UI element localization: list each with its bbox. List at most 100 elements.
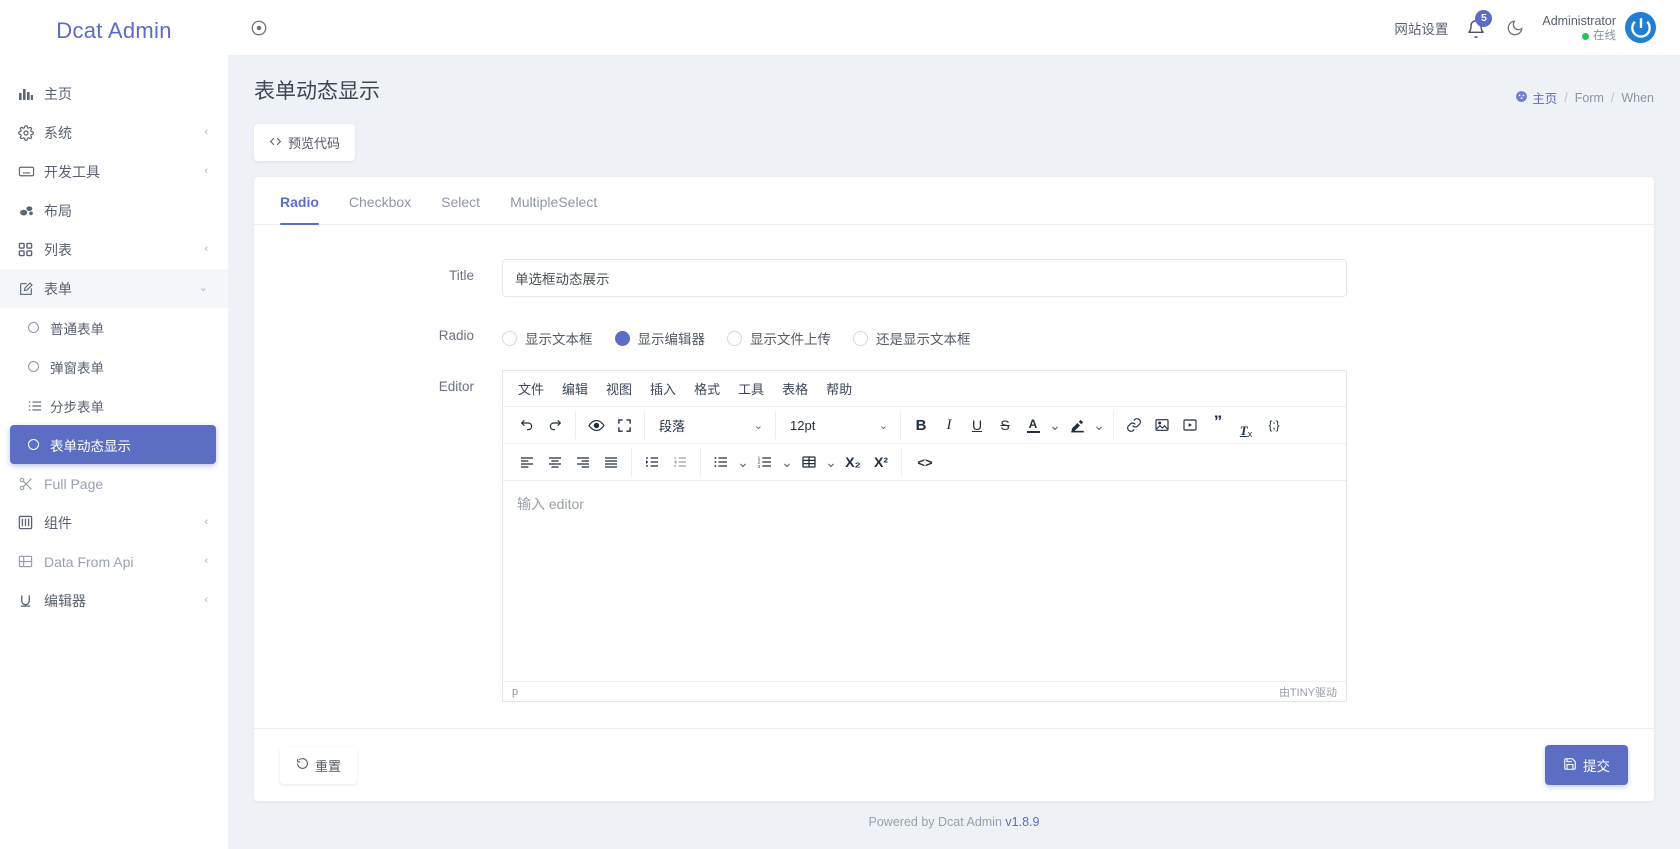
chevron-down-icon[interactable]: ⌄ xyxy=(1091,411,1107,439)
tab-checkbox[interactable]: Checkbox xyxy=(349,177,411,224)
underline-button[interactable]: U xyxy=(963,411,991,439)
braces-icon[interactable]: {;} xyxy=(1260,411,1288,439)
tab-select[interactable]: Select xyxy=(441,177,480,224)
forecolor-button[interactable]: A xyxy=(1019,411,1047,439)
element-path[interactable]: p xyxy=(512,686,518,698)
pen-icon[interactable] xyxy=(1063,411,1091,439)
bold-button[interactable]: B xyxy=(907,411,935,439)
eye-icon[interactable] xyxy=(582,411,610,439)
strikethrough-button[interactable]: S xyxy=(991,411,1019,439)
footer-version[interactable]: v1.8.9 xyxy=(1005,815,1039,829)
link-icon[interactable] xyxy=(1120,411,1148,439)
align-left-icon[interactable] xyxy=(513,448,541,476)
remove-format-icon[interactable]: Tx xyxy=(1232,411,1260,439)
circle-target-icon[interactable] xyxy=(250,19,268,37)
sidebar-item-modal-form[interactable]: 弹窗表单 xyxy=(0,347,228,386)
radio-option-editor[interactable]: 显示编辑器 xyxy=(615,328,706,348)
indent-icon[interactable] xyxy=(638,448,666,476)
chevron-down-icon[interactable]: ⌄ xyxy=(823,448,839,476)
radio-option-file-upload[interactable]: 显示文件上传 xyxy=(727,328,831,348)
menu-edit[interactable]: 编辑 xyxy=(553,375,597,402)
tab-radio[interactable]: Radio xyxy=(280,177,319,224)
italic-button[interactable]: I xyxy=(935,411,963,439)
fullscreen-icon[interactable] xyxy=(610,411,638,439)
sidebar-item-full-page[interactable]: Full Page xyxy=(0,464,228,503)
tiny-branding[interactable]: 由TINY驱动 xyxy=(1279,684,1337,700)
radio-option-textbox-again[interactable]: 还是显示文本框 xyxy=(853,328,971,348)
table-icon[interactable] xyxy=(795,448,823,476)
breadcrumb-home[interactable]: 主页 xyxy=(1515,88,1557,107)
sidebar-item-editor[interactable]: 编辑器 ‹ xyxy=(0,581,228,620)
sidebar-item-components[interactable]: 组件 ‹ xyxy=(0,503,228,542)
menu-view[interactable]: 视图 xyxy=(597,375,641,402)
preview-code-button[interactable]: 预览代码 xyxy=(254,124,355,161)
source-code-button[interactable]: <> xyxy=(908,448,942,476)
sidebar-item-layout[interactable]: 布局 xyxy=(0,191,228,230)
sidebar-item-step-form[interactable]: 分步表单 xyxy=(0,386,228,425)
user-name: Administrator xyxy=(1542,14,1616,28)
sidebar-item-form[interactable]: 表单 ⌄ xyxy=(0,269,228,308)
site-settings-link[interactable]: 网站设置 xyxy=(1394,18,1448,38)
media-icon[interactable] xyxy=(1176,411,1204,439)
redo-icon[interactable] xyxy=(541,411,569,439)
submit-button[interactable]: 提交 xyxy=(1545,745,1628,785)
menu-insert[interactable]: 插入 xyxy=(641,375,685,402)
chevron-down-icon[interactable]: ⌄ xyxy=(1047,411,1063,439)
numbered-list-icon[interactable]: 123 xyxy=(751,448,779,476)
chevron-left-icon: ‹ xyxy=(204,127,208,138)
reset-button[interactable]: 重置 xyxy=(280,747,357,784)
image-icon[interactable] xyxy=(1148,411,1176,439)
menu-help[interactable]: 帮助 xyxy=(817,375,861,402)
user-menu[interactable]: Administrator 在线 xyxy=(1542,12,1656,44)
superscript-button[interactable]: X² xyxy=(867,448,895,476)
sidebar-item-dynamic-form[interactable]: 表单动态显示 xyxy=(10,425,216,464)
radio-circle-icon xyxy=(727,331,742,346)
radio-circle-icon xyxy=(502,331,517,346)
chevron-down-icon[interactable]: ⌄ xyxy=(735,448,751,476)
toolbar-group-blockformat: 段落 ⌄ xyxy=(645,411,776,439)
chevron-left-icon: ‹ xyxy=(204,517,208,528)
notifications-button[interactable]: 5 xyxy=(1466,15,1488,41)
block-format-select[interactable]: 段落 ⌄ xyxy=(651,411,769,439)
circle-icon xyxy=(22,322,50,333)
sidebar-item-list[interactable]: 列表 ‹ xyxy=(0,230,228,269)
menu-file[interactable]: 文件 xyxy=(509,375,553,402)
moon-icon[interactable] xyxy=(1506,19,1524,37)
font-size-select[interactable]: 12pt ⌄ xyxy=(782,411,894,439)
undo-icon[interactable] xyxy=(513,411,541,439)
chevron-down-icon[interactable]: ⌄ xyxy=(779,448,795,476)
menu-tools[interactable]: 工具 xyxy=(729,375,773,402)
toolbar-group-align xyxy=(507,448,632,476)
sidebar-item-normal-form[interactable]: 普通表单 xyxy=(0,308,228,347)
notification-badge: 5 xyxy=(1475,10,1492,27)
brand-logo[interactable]: Dcat Admin xyxy=(0,0,228,56)
align-justify-icon[interactable] xyxy=(597,448,625,476)
radio-field-control: 显示文本框 显示编辑器 显示文件上传 xyxy=(502,319,1347,348)
edit-square-icon xyxy=(18,281,44,297)
chevron-left-icon: ‹ xyxy=(204,556,208,567)
menu-table[interactable]: 表格 xyxy=(773,375,817,402)
bullet-list-icon[interactable] xyxy=(707,448,735,476)
sidebar-item-devtools[interactable]: 开发工具 ‹ xyxy=(0,152,228,191)
title-input[interactable] xyxy=(502,259,1347,297)
breadcrumb-item-when[interactable]: When xyxy=(1621,91,1654,105)
avatar[interactable] xyxy=(1625,12,1656,43)
toolbar-group-fontsize: 12pt ⌄ xyxy=(776,411,901,439)
align-center-icon[interactable] xyxy=(541,448,569,476)
subscript-button[interactable]: X₂ xyxy=(839,448,867,476)
sidebar-item-data-from-api[interactable]: Data From Api ‹ xyxy=(0,542,228,581)
user-text: Administrator 在线 xyxy=(1542,12,1616,44)
quote-icon[interactable]: ” xyxy=(1204,411,1232,439)
breadcrumb-item-form[interactable]: Form xyxy=(1575,91,1604,105)
grid-icon xyxy=(18,242,44,257)
sidebar-item-home[interactable]: 主页 xyxy=(0,74,228,113)
outdent-icon[interactable] xyxy=(666,448,694,476)
tinymce-content-area[interactable]: 输入 editor xyxy=(503,481,1346,681)
menu-format[interactable]: 格式 xyxy=(685,375,729,402)
align-right-icon[interactable] xyxy=(569,448,597,476)
tab-multipleselect[interactable]: MultipleSelect xyxy=(510,177,597,224)
radio-option-textbox[interactable]: 显示文本框 xyxy=(502,328,593,348)
page-header: 表单动态显示 主页 / Form / When xyxy=(254,78,1654,107)
sidebar-item-label: 表单 xyxy=(44,279,199,299)
sidebar-item-system[interactable]: 系统 ‹ xyxy=(0,113,228,152)
